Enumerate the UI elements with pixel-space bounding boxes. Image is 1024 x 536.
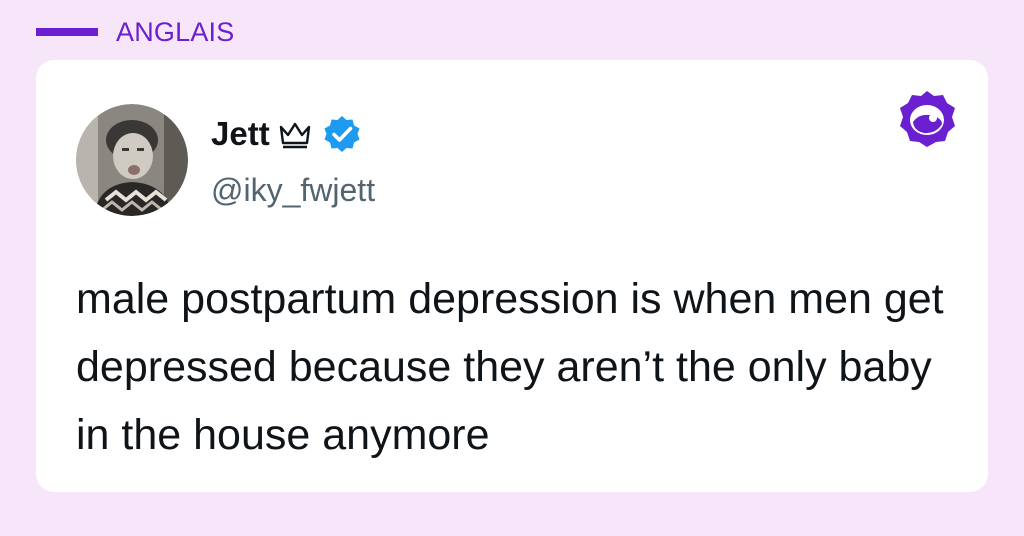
tweet-text: male postpartum depression is when men g… [76,275,944,459]
avatar[interactable] [76,104,188,216]
category-label: ANGLAIS [36,14,234,50]
tweet-card: Jett @iky_fwjett male postpartum depress… [36,60,988,492]
user-name-row: Jett [211,112,362,156]
display-name[interactable]: Jett [211,115,270,153]
accent-bar [36,28,98,36]
brand-logo [896,88,958,150]
category-label-text: ANGLAIS [116,16,235,47]
user-handle[interactable]: @iky_fwjett [211,172,375,209]
verified-icon [322,114,362,154]
crown-icon [278,119,312,149]
